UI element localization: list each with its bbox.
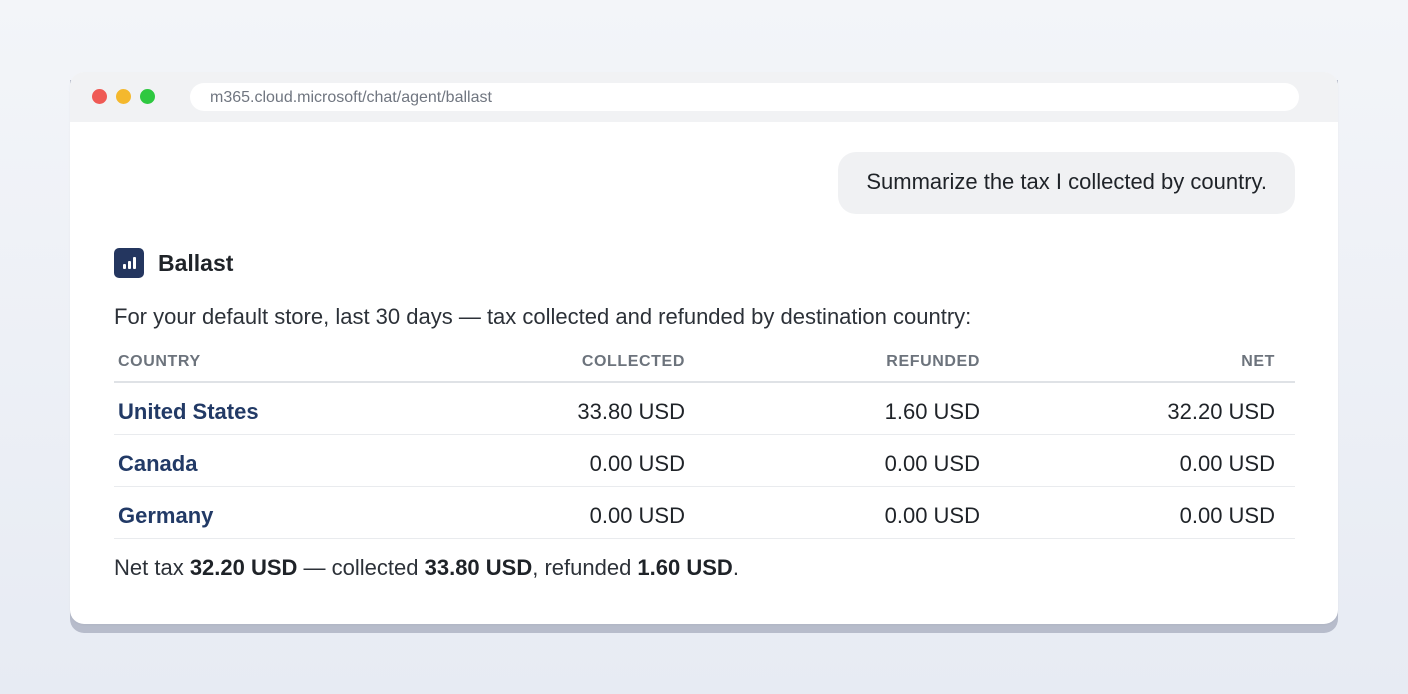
table-row: United States 33.80 USD 1.60 USD 32.20 U… [114,383,1295,435]
agent-intro-text: For your default store, last 30 days — t… [114,304,972,329]
agent-header: Ballast [114,248,233,278]
browser-titlebar: m365.cloud.microsoft/chat/agent/ballast [70,72,1338,122]
close-window-button[interactable] [92,89,107,104]
header-net: NET [1241,353,1275,370]
refunded-cell: 0.00 USD [884,503,980,528]
user-message-bubble: Summarize the tax I collected by country… [838,152,1295,214]
collected-cell: 33.80 USD [577,399,685,424]
country-cell: United States [118,399,259,424]
table-header: COUNTRY COLLECTED REFUNDED NET [114,340,1295,383]
address-bar[interactable]: m365.cloud.microsoft/chat/agent/ballast [190,83,1299,111]
table-row: Germany 0.00 USD 0.00 USD 0.00 USD [114,487,1295,539]
collected-cell: 0.00 USD [589,451,685,476]
summary-mid-refunded: , refunded [532,555,638,580]
net-cell: 32.20 USD [1167,399,1275,424]
summary-text: Net tax 32.20 USD — collected 33.80 USD,… [114,555,739,581]
summary-refunded-value: 1.60 USD [637,555,733,580]
bar-chart-icon [114,248,144,278]
browser-window: m365.cloud.microsoft/chat/agent/ballast … [70,72,1338,624]
agent-name: Ballast [158,249,234,276]
refunded-cell: 1.60 USD [884,399,980,424]
minimize-window-button[interactable] [116,89,131,104]
refunded-cell: 0.00 USD [884,451,980,476]
maximize-window-button[interactable] [140,89,155,104]
summary-net-value: 32.20 USD [189,555,298,580]
header-country: COUNTRY [118,353,201,370]
summary-prefix: Net tax [114,555,190,580]
summary-suffix: . [732,555,739,580]
country-cell: Germany [118,503,214,528]
country-cell: Canada [118,451,198,476]
tax-table: COUNTRY COLLECTED REFUNDED NET United St… [114,340,1295,539]
collected-cell: 0.00 USD [589,503,685,528]
header-refunded: REFUNDED [886,353,980,370]
table-row: Canada 0.00 USD 0.00 USD 0.00 USD [114,435,1295,487]
net-cell: 0.00 USD [1179,503,1275,528]
summary-collected-value: 33.80 USD [424,555,533,580]
header-collected: COLLECTED [581,353,685,370]
net-cell: 0.00 USD [1179,451,1275,476]
summary-mid-collected: — collected [297,555,425,580]
